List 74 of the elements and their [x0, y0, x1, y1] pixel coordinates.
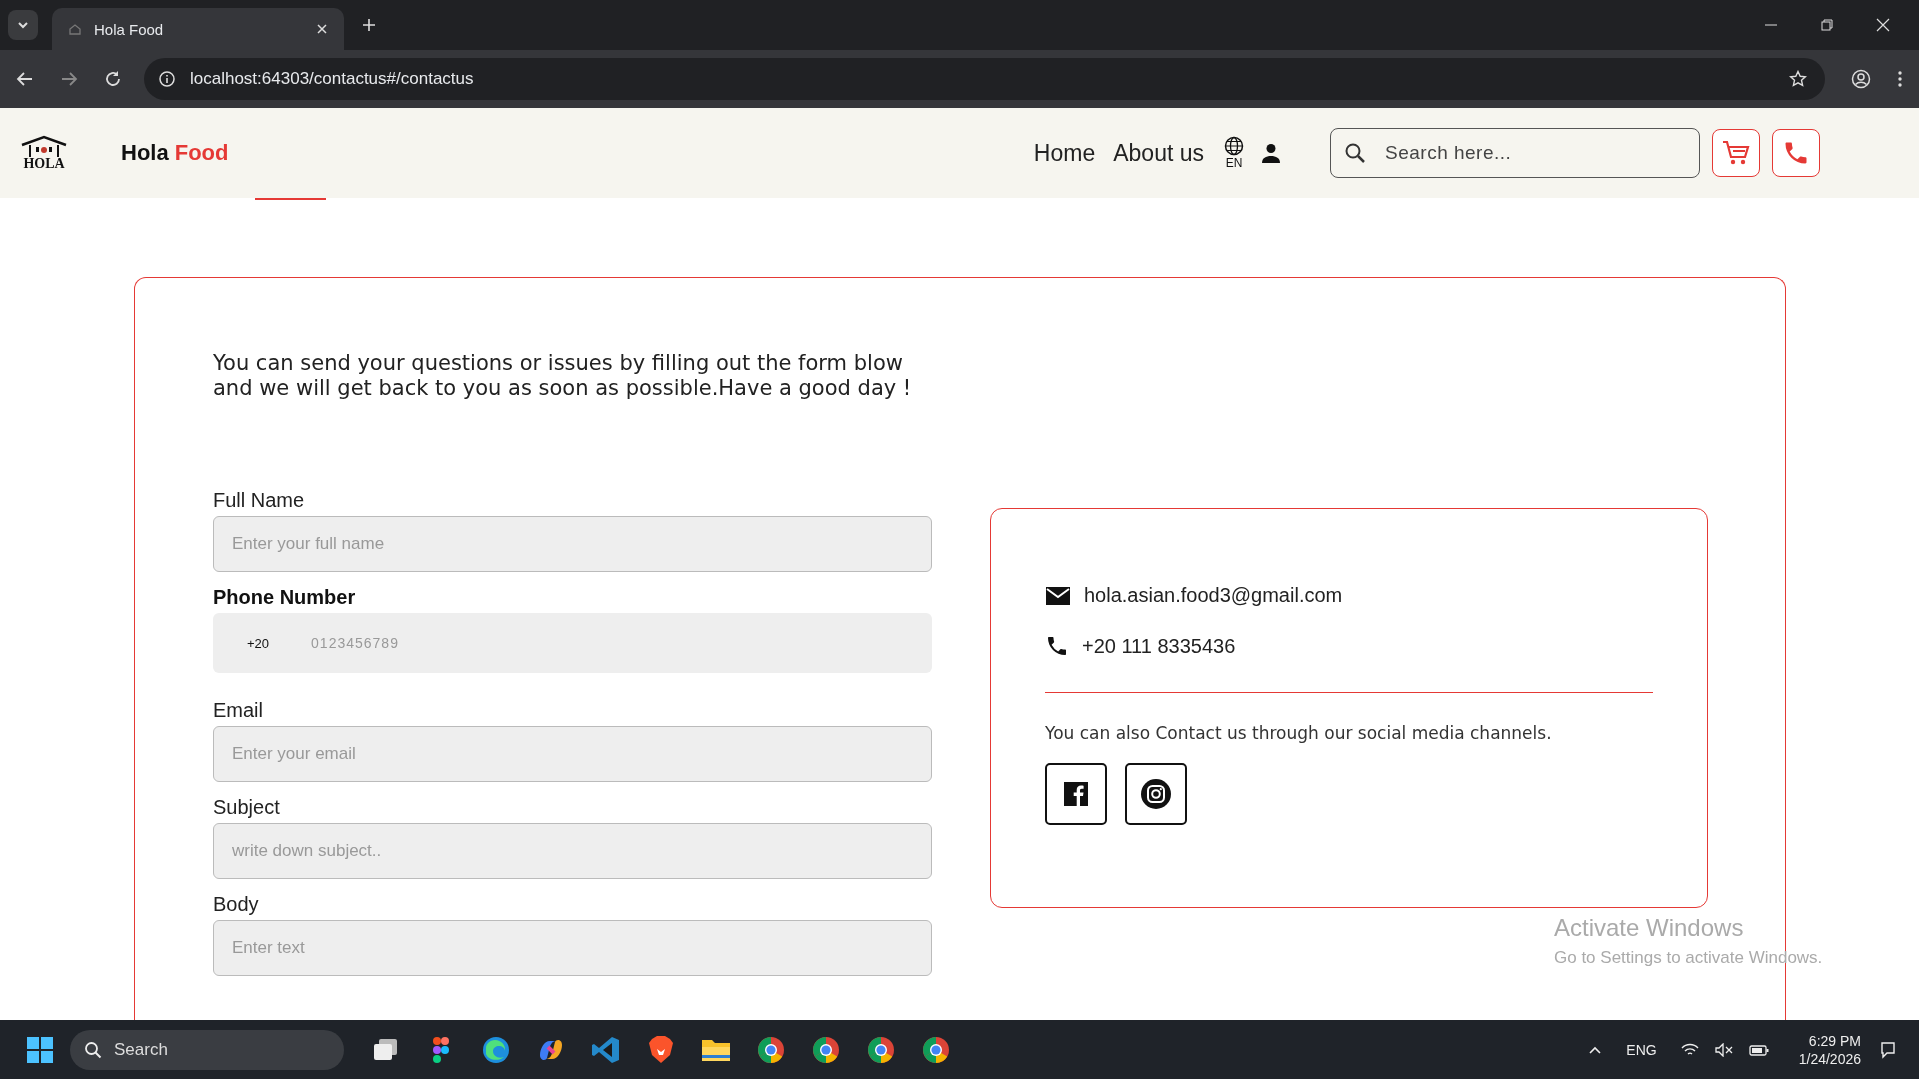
intro-text: You can send your questions or issues by filling out the form blow and we will get back to you as soon as possible.Have a good day !: [213, 351, 913, 401]
plus-icon[interactable]: [362, 18, 376, 32]
instagram-icon: [1140, 778, 1172, 810]
address-bar[interactable]: localhost:64303/contactus#/contactus: [144, 58, 1825, 100]
field-label: Body: [213, 893, 260, 916]
nav-link[interactable]: About us: [1113, 139, 1204, 167]
field-label: Full Name: [213, 489, 306, 512]
email-address: hola.asian.food3@gmail.com: [1084, 584, 1343, 607]
instagram-button[interactable]: [1125, 763, 1187, 825]
social-text: You can also Contact us through our social media channels.: [1045, 723, 1553, 743]
taskbar-search-field[interactable]: Search: [70, 1029, 344, 1070]
search-field[interactable]: Search here...: [1330, 128, 1700, 178]
url-text: localhost:64303/contactus#/contactus: [190, 69, 474, 89]
brand-name: Hola: [121, 140, 169, 165]
logo[interactable]: HOLA: [20, 135, 68, 171]
envelope-icon: [1045, 585, 1071, 606]
reload-icon[interactable]: [104, 70, 122, 88]
speaker-muted-icon[interactable]: [1714, 1042, 1733, 1057]
caret-icon: [17, 19, 29, 31]
user-icon[interactable]: [1260, 142, 1282, 164]
input-field[interactable]: write down subject..: [213, 823, 932, 879]
browser-icon[interactable]: [480, 1034, 511, 1065]
forward-arrow-icon[interactable]: [60, 70, 78, 88]
info-icon[interactable]: [158, 70, 176, 88]
wifi-icon[interactable]: [1680, 1042, 1699, 1057]
phone-icon: [1045, 634, 1069, 658]
language-indicator[interactable]: ENG: [1626, 1041, 1657, 1058]
logo-text: HOLA: [23, 157, 65, 171]
globe-icon: [1224, 136, 1244, 156]
close-icon[interactable]: [1876, 18, 1890, 32]
search-icon: [84, 1040, 102, 1059]
language-selector[interactable]: EN: [1224, 136, 1244, 170]
star-icon[interactable]: [1789, 70, 1807, 88]
input-field[interactable]: Enter your full name: [213, 516, 932, 572]
windows-logo-icon[interactable]: [26, 1035, 54, 1064]
country-code[interactable]: +20: [247, 635, 270, 651]
brand-accent: Food: [174, 140, 229, 165]
clock-date: 1/24/2026: [1798, 1049, 1861, 1068]
browser-tab[interactable]: Hola Food: [52, 8, 344, 50]
browser-icon[interactable]: [810, 1034, 841, 1065]
activation-title: Activate Windows: [1554, 914, 1745, 942]
field-label: Subject: [213, 796, 281, 819]
language-code: EN: [1225, 156, 1243, 170]
house-icon: [68, 22, 82, 36]
battery-icon[interactable]: [1748, 1042, 1769, 1057]
field-label: Email: [213, 699, 264, 722]
tab-title: Hola Food: [94, 20, 165, 38]
nav-link[interactable]: Home: [1033, 139, 1096, 167]
notification-icon[interactable]: [1879, 1040, 1897, 1059]
code-editor-icon[interactable]: [590, 1034, 621, 1065]
profile-icon[interactable]: [1851, 69, 1871, 89]
cart-button[interactable]: [1712, 129, 1760, 177]
facebook-button[interactable]: [1045, 763, 1107, 825]
restore-icon[interactable]: [1820, 18, 1834, 32]
phone-number: +20 111 8335436: [1082, 634, 1236, 658]
facebook-icon: [1063, 781, 1089, 807]
clock-time: 6:29 PM: [1808, 1031, 1861, 1050]
more-icon[interactable]: [1897, 70, 1903, 88]
browser-icon[interactable]: [920, 1034, 951, 1065]
tab-list-button[interactable]: [8, 10, 38, 40]
roof-icon: [20, 135, 68, 157]
browser-icon[interactable]: [865, 1034, 896, 1065]
phone-field[interactable]: +20 0123456789: [213, 613, 932, 673]
lion-shield-icon[interactable]: [647, 1034, 674, 1065]
input-field[interactable]: Enter your email: [213, 726, 932, 782]
search-icon: [1344, 142, 1366, 164]
close-icon[interactable]: [316, 23, 328, 35]
input-field[interactable]: Enter text: [213, 920, 932, 976]
browser-icon[interactable]: [755, 1034, 786, 1065]
clock[interactable]: 6:29 PM 1/24/2026: [1798, 1031, 1861, 1068]
design-app-icon[interactable]: [430, 1035, 451, 1064]
field-label: Phone Number: [213, 586, 357, 609]
back-arrow-icon[interactable]: [16, 70, 34, 88]
call-button[interactable]: [1772, 129, 1820, 177]
